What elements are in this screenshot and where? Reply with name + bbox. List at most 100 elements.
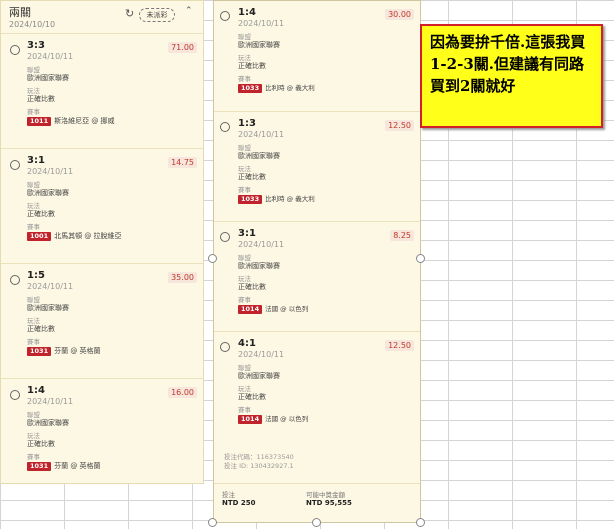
slip-header: 兩關 2024/10/10 ↻ 未派彩 ⌃ bbox=[1, 1, 203, 33]
bet-odds: 30.00 bbox=[385, 9, 414, 20]
match-name: 比利時 @ 義大利 bbox=[265, 195, 315, 203]
caret-up-icon[interactable]: ⌃ bbox=[185, 6, 193, 16]
match-code-badge: 1031 bbox=[27, 347, 52, 356]
league-label: 聯盟 bbox=[238, 33, 251, 41]
radio-icon[interactable] bbox=[10, 390, 20, 400]
type-value: 正確比數 bbox=[238, 62, 266, 70]
type-label: 玩法 bbox=[27, 432, 40, 440]
type-value: 正確比數 bbox=[27, 95, 55, 103]
bet-date: 2024/10/11 bbox=[238, 350, 285, 359]
match-name: 芬蘭 @ 英格蘭 bbox=[54, 347, 101, 355]
resize-handle-bottom[interactable] bbox=[312, 518, 321, 527]
unsettled-button[interactable]: 未派彩 bbox=[139, 8, 175, 22]
radio-icon[interactable] bbox=[220, 232, 230, 242]
league-label: 聯盟 bbox=[27, 66, 40, 74]
match-label: 賽事 bbox=[27, 453, 40, 461]
league-value: 歐洲國家聯賽 bbox=[238, 262, 280, 270]
bet-odds: 14.75 bbox=[168, 157, 197, 168]
payout-label: 可能中獎金額 bbox=[306, 491, 345, 499]
stake-block: 投注 NTD 250 bbox=[222, 491, 256, 508]
type-value: 正確比數 bbox=[27, 325, 55, 333]
bet-slip-left: 兩關 2024/10/10 ↻ 未派彩 ⌃ 3:3 2024/10/11 71.… bbox=[0, 0, 204, 484]
type-label: 玩法 bbox=[238, 275, 251, 283]
bet-odds: 35.00 bbox=[168, 272, 197, 283]
resize-handle-right[interactable] bbox=[416, 254, 425, 263]
match-name: 法國 @ 以色列 bbox=[265, 415, 309, 423]
bet-odds: 12.50 bbox=[385, 120, 414, 131]
match-label: 賽事 bbox=[27, 223, 40, 231]
match-code-badge: 1001 bbox=[27, 232, 52, 241]
ticket-code: 投注代碼：116373540 bbox=[224, 453, 294, 461]
bet-item: 3:1 2024/10/11 14.75 聯盟 歐洲國家聯賽 玩法 正確比數 賽… bbox=[1, 148, 203, 263]
bet-odds: 8.25 bbox=[390, 230, 414, 241]
match-code-badge: 1033 bbox=[238, 195, 263, 204]
bet-item: 3:1 2024/10/11 8.25 聯盟 歐洲國家聯賽 玩法 正確比數 賽事… bbox=[214, 221, 420, 331]
league-label: 聯盟 bbox=[238, 364, 251, 372]
bet-item: 1:5 2024/10/11 35.00 聯盟 歐洲國家聯賽 玩法 正確比數 賽… bbox=[1, 263, 203, 378]
bet-date: 2024/10/11 bbox=[238, 130, 285, 139]
match-name: 比利時 @ 義大利 bbox=[265, 84, 315, 92]
resize-handle-bottom-right[interactable] bbox=[416, 518, 425, 527]
match-label: 賽事 bbox=[238, 406, 251, 414]
match-code-badge: 1011 bbox=[27, 117, 52, 126]
league-label: 聯盟 bbox=[238, 144, 251, 152]
bet-date: 2024/10/11 bbox=[238, 240, 285, 249]
stake-value: NTD 250 bbox=[222, 499, 256, 507]
league-value: 歐洲國家聯賽 bbox=[27, 419, 69, 427]
league-value: 歐洲國家聯賽 bbox=[27, 74, 69, 82]
bet-date: 2024/10/11 bbox=[27, 397, 74, 406]
match-row: 1031 芬蘭 @ 英格蘭 bbox=[27, 461, 197, 471]
bet-item: 1:4 2024/10/11 16.00 聯盟 歐洲國家聯賽 玩法 正確比數 賽… bbox=[1, 378, 203, 483]
stake-label: 投注 bbox=[222, 491, 235, 499]
type-value: 正確比數 bbox=[238, 393, 266, 401]
league-label: 聯盟 bbox=[27, 411, 40, 419]
league-value: 歐洲國家聯賽 bbox=[238, 41, 280, 49]
match-code-badge: 1014 bbox=[238, 415, 263, 424]
payout-block: 可能中獎金額 NTD 95,555 bbox=[306, 491, 352, 508]
resize-handle-left[interactable] bbox=[208, 254, 217, 263]
league-value: 歐洲國家聯賽 bbox=[27, 304, 69, 312]
match-code-badge: 1033 bbox=[238, 84, 263, 93]
totals-bar: 投注 NTD 250 可能中獎金額 NTD 95,555 bbox=[214, 483, 420, 522]
match-row: 1011 斯洛維尼亞 @ 挪威 bbox=[27, 116, 197, 126]
match-row: 1014 法國 @ 以色列 bbox=[238, 414, 414, 424]
bet-odds: 71.00 bbox=[168, 42, 197, 53]
match-name: 北馬其頓 @ 拉脫維亞 bbox=[54, 232, 122, 240]
radio-icon[interactable] bbox=[220, 122, 230, 132]
radio-icon[interactable] bbox=[220, 342, 230, 352]
bet-date: 2024/10/11 bbox=[27, 52, 74, 61]
league-label: 聯盟 bbox=[238, 254, 251, 262]
radio-icon[interactable] bbox=[10, 45, 20, 55]
match-label: 賽事 bbox=[27, 108, 40, 116]
league-label: 聯盟 bbox=[27, 296, 40, 304]
annotation-note[interactable]: 因為要拚千倍.這張我買1-2-3關.但建議有同路買到2關就好 bbox=[420, 24, 603, 128]
bet-item: 3:3 2024/10/11 71.00 聯盟 歐洲國家聯賽 玩法 正確比數 賽… bbox=[1, 33, 203, 148]
match-name: 芬蘭 @ 英格蘭 bbox=[54, 462, 101, 470]
match-code-badge: 1031 bbox=[27, 462, 52, 471]
type-label: 玩法 bbox=[238, 54, 251, 62]
type-label: 玩法 bbox=[27, 202, 40, 210]
bet-item: 4:1 2024/10/11 12.50 聯盟 歐洲國家聯賽 玩法 正確比數 賽… bbox=[214, 331, 420, 441]
type-value: 正確比數 bbox=[27, 440, 55, 448]
bet-odds: 16.00 bbox=[168, 387, 197, 398]
radio-icon[interactable] bbox=[220, 11, 230, 21]
match-row: 1031 芬蘭 @ 英格蘭 bbox=[27, 346, 197, 356]
match-label: 賽事 bbox=[238, 75, 251, 83]
bet-date: 2024/10/11 bbox=[27, 282, 74, 291]
resize-handle-bottom-left[interactable] bbox=[208, 518, 217, 527]
league-value: 歐洲國家聯賽 bbox=[238, 152, 280, 160]
match-row: 1033 比利時 @ 義大利 bbox=[238, 194, 414, 204]
bet-item: 1:4 2024/10/11 30.00 聯盟 歐洲國家聯賽 玩法 正確比數 賽… bbox=[214, 1, 420, 111]
type-label: 玩法 bbox=[238, 385, 251, 393]
match-name: 斯洛維尼亞 @ 挪威 bbox=[54, 117, 115, 125]
bet-item: 1:3 2024/10/11 12.50 聯盟 歐洲國家聯賽 玩法 正確比數 賽… bbox=[214, 111, 420, 221]
radio-icon[interactable] bbox=[10, 275, 20, 285]
league-value: 歐洲國家聯賽 bbox=[27, 189, 69, 197]
match-row: 1033 比利時 @ 義大利 bbox=[238, 83, 414, 93]
radio-icon[interactable] bbox=[10, 160, 20, 170]
match-name: 法國 @ 以色列 bbox=[265, 305, 309, 313]
league-value: 歐洲國家聯賽 bbox=[238, 372, 280, 380]
type-value: 正確比數 bbox=[238, 173, 266, 181]
match-label: 賽事 bbox=[238, 186, 251, 194]
refresh-icon[interactable]: ↻ bbox=[125, 7, 134, 20]
